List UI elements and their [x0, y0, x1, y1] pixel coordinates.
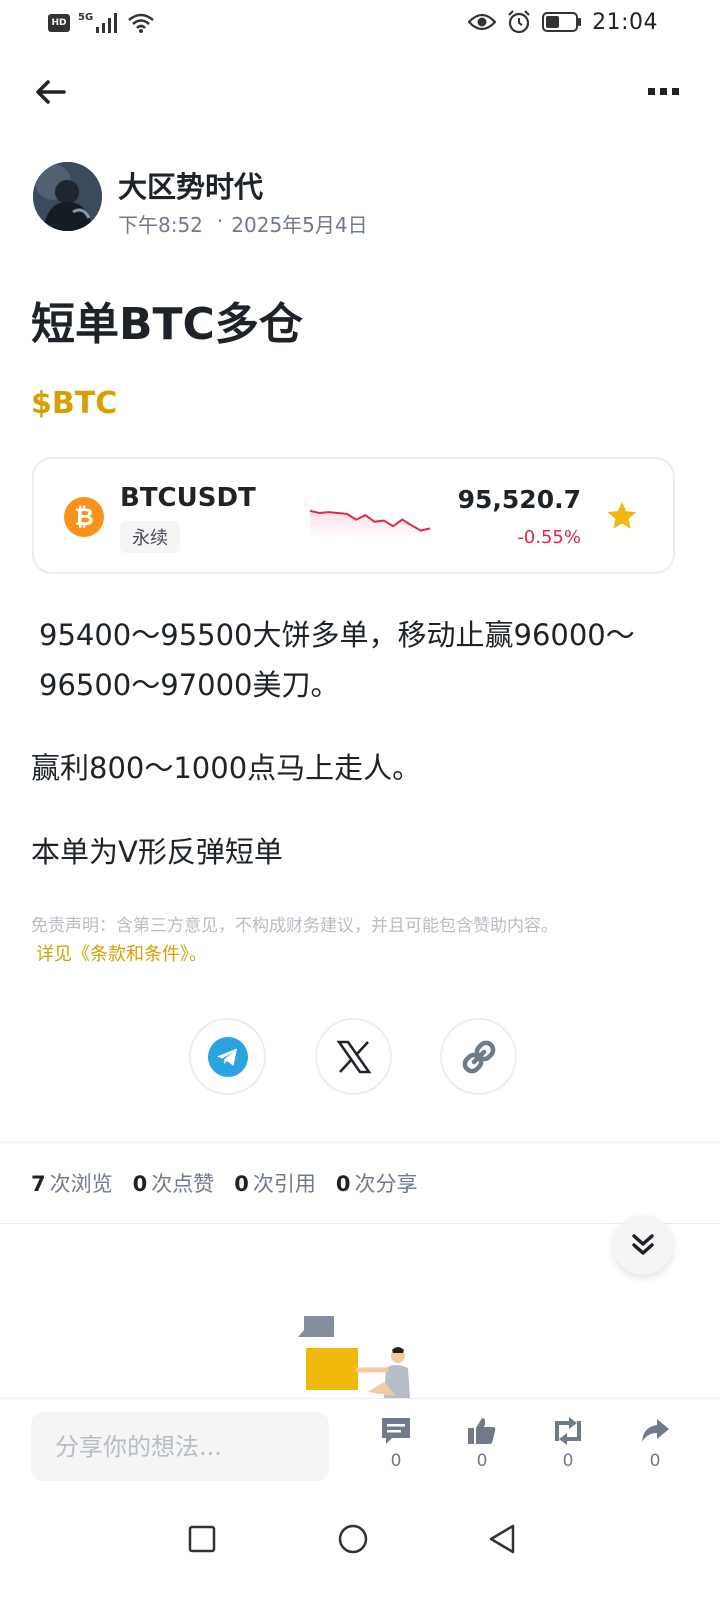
comment-bar: 0 0 0 0: [0, 1398, 720, 1494]
home-button[interactable]: [328, 1514, 378, 1564]
repost-button[interactable]: 0: [543, 1415, 593, 1471]
post-title: 短单BTC多仓: [31, 299, 303, 350]
recent-apps-button[interactable]: [177, 1514, 227, 1564]
back-button[interactable]: [30, 72, 70, 112]
author-avatar[interactable]: [33, 162, 102, 231]
quotes-stat: 0 次引用: [234, 1172, 316, 1196]
post-paragraph: 本单为V形反弹短单: [31, 835, 283, 869]
post-stats: 7 次浏览 0 次点赞 0 次引用 0 次分享: [31, 1168, 418, 1198]
share-telegram-button[interactable]: [189, 1018, 266, 1095]
circle-icon: [338, 1524, 368, 1554]
comment-input[interactable]: [31, 1412, 329, 1481]
eye-icon: [468, 13, 497, 31]
contract-type-badge: 永续: [120, 521, 180, 553]
post-paragraph: 赢利800～1000点马上走人。: [31, 751, 422, 785]
triangle-back-icon: [489, 1524, 515, 1554]
pair-name: BTCUSDT: [120, 483, 256, 513]
views-stat: 7 次浏览: [31, 1172, 113, 1196]
favorite-star-icon[interactable]: [605, 499, 639, 533]
telegram-icon: [207, 1036, 248, 1077]
comment-count: 0: [390, 1451, 402, 1471]
post-paragraph: 95400～95500大饼多单，移动止赢96000～96500～97000美刀。: [39, 618, 635, 702]
divider: [0, 1142, 720, 1143]
wifi-icon: [128, 13, 154, 33]
last-price: 95,520.7: [457, 485, 581, 514]
square-icon: [188, 1525, 216, 1553]
shares-stat: 0 次分享: [335, 1172, 418, 1196]
back-arrow-icon: [36, 80, 66, 104]
more-options-button[interactable]: [642, 72, 686, 112]
system-back-button[interactable]: [477, 1514, 527, 1564]
more-dots-icon: [648, 88, 679, 95]
x-logo-icon: [336, 1040, 371, 1073]
comment-icon: [382, 1418, 410, 1444]
likes-stat: 0 次点赞: [132, 1172, 215, 1196]
like-icon: [468, 1418, 496, 1444]
like-count: 0: [476, 1451, 488, 1471]
double-chevron-down-icon: [632, 1234, 654, 1255]
time-separator: ·: [216, 209, 224, 233]
share-count: 0: [649, 1451, 661, 1471]
avatar-image: [33, 162, 102, 231]
post-timestamp: 下午8:52 · 2025年5月4日: [118, 209, 368, 238]
share-x-button[interactable]: [315, 1018, 392, 1095]
hd-badge: HD: [48, 14, 70, 32]
signal-icon: [96, 13, 118, 33]
clock: 21:04: [592, 9, 658, 35]
share-button[interactable]: 0: [630, 1415, 680, 1471]
alarm-icon: [508, 10, 530, 34]
link-icon: [462, 1040, 495, 1073]
disclaimer: 免责声明：含第三方意见，不构成财务建议，并且可能包含赞助内容。: [31, 916, 558, 936]
post-time: 下午8:52: [118, 213, 203, 237]
author-name[interactable]: 大区势时代: [118, 164, 263, 206]
repost-count: 0: [562, 1451, 574, 1471]
repost-icon: [555, 1417, 581, 1445]
coin-card[interactable]: ₿ BTCUSDT 永续 95,520.7 -0.55%: [32, 457, 675, 574]
status-bar: HD 5G 21:04: [0, 0, 720, 48]
comment-button[interactable]: 0: [371, 1415, 421, 1471]
system-nav-bar: [0, 1494, 720, 1600]
divider: [0, 1223, 720, 1224]
network-type: 5G: [78, 12, 94, 23]
like-button[interactable]: 0: [457, 1415, 507, 1471]
copy-link-button[interactable]: [440, 1018, 517, 1095]
scroll-down-button[interactable]: [613, 1215, 673, 1275]
share-icon: [642, 1419, 669, 1442]
post-date: 2025年5月4日: [231, 213, 368, 237]
price-sparkline: [309, 509, 431, 539]
bitcoin-icon: ₿: [64, 497, 104, 537]
terms-link[interactable]: 详见《条款和条件》。: [36, 940, 207, 966]
ticker-tag[interactable]: $BTC: [31, 386, 117, 421]
price-change: -0.55%: [517, 527, 581, 548]
empty-comments-illustration: [298, 1316, 410, 1398]
battery-icon: [542, 12, 582, 32]
